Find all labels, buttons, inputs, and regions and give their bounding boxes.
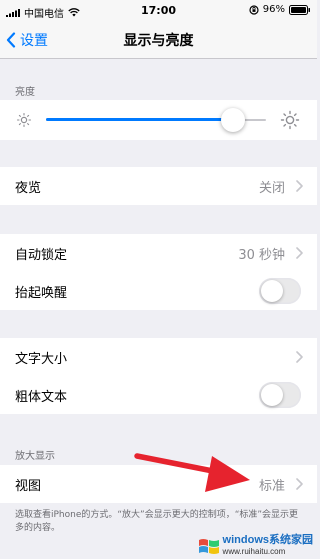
- watermark-url: www.ruihaitu.com: [222, 547, 286, 556]
- watermark-text-group: windows系统家园 www.ruihaitu.com: [223, 535, 313, 557]
- watermark-brand: windows系统家园: [222, 534, 313, 546]
- red-arrow-annotation: [134, 453, 250, 492]
- watermark: windows系统家园 www.ruihaitu.com: [198, 535, 313, 557]
- windows-logo-icon: [198, 539, 219, 554]
